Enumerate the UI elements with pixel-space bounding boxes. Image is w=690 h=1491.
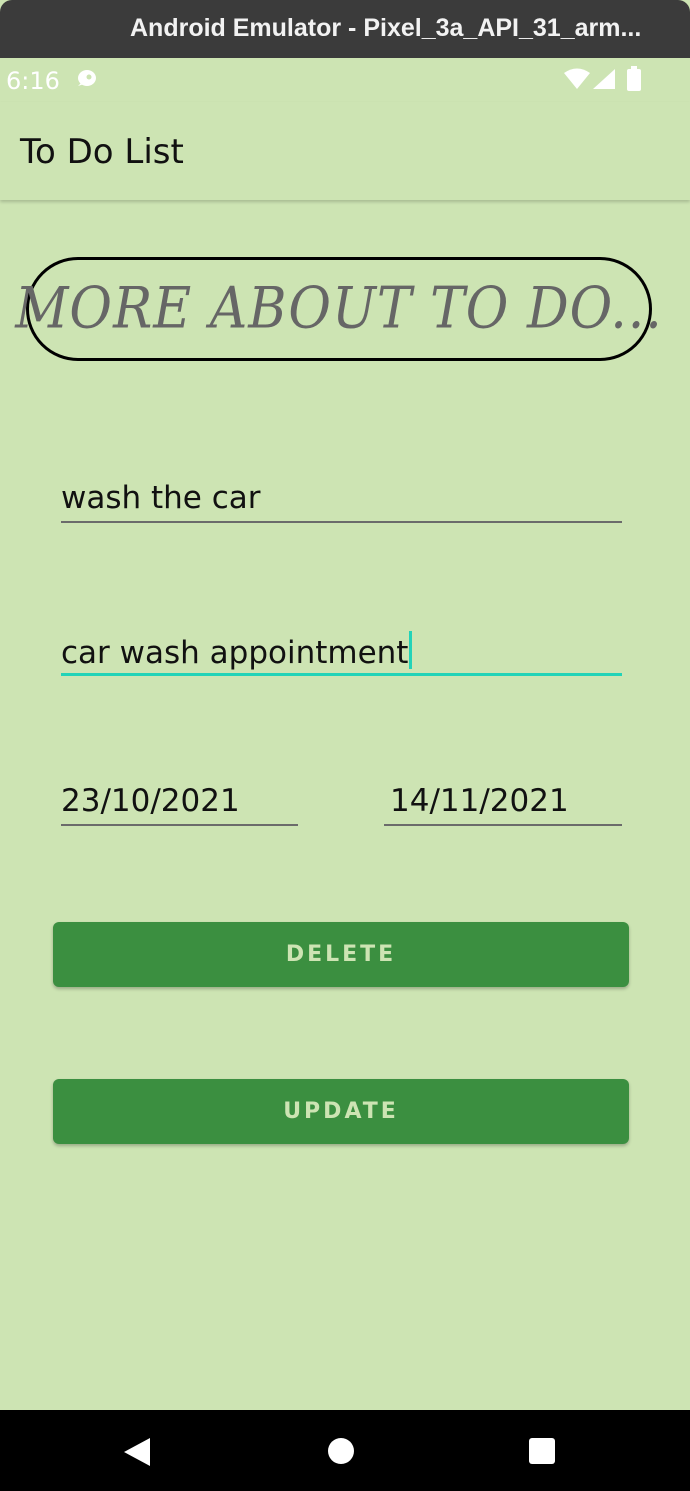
app-title: To Do List [20, 132, 184, 172]
start-date-input[interactable]: 23/10/2021 [61, 783, 298, 826]
status-bar: 6:16 [0, 58, 690, 102]
notification-icon [74, 68, 98, 95]
update-button[interactable]: UPDATE [53, 1079, 629, 1144]
delete-button-label: DELETE [285, 942, 397, 967]
description-input-value: car wash appointment [61, 635, 409, 671]
start-date-value: 23/10/2021 [61, 783, 240, 819]
battery-icon [626, 66, 642, 97]
window-title: Android Emulator - Pixel_3a_API_31_arm..… [130, 14, 642, 42]
description-input[interactable]: car wash appointment [61, 631, 622, 676]
title-input-value: wash the car [61, 480, 261, 516]
end-date-value: 14/11/2021 [390, 783, 569, 819]
update-button-label: UPDATE [283, 1099, 399, 1124]
app-bar: To Do List [0, 102, 690, 200]
signal-icon [592, 68, 616, 95]
home-icon[interactable] [327, 1437, 355, 1470]
navigation-bar [0, 1410, 690, 1491]
wifi-icon [563, 68, 591, 95]
banner-text: MORE ABOUT TO DO... [15, 276, 663, 342]
delete-button[interactable]: DELETE [53, 922, 629, 987]
end-date-input[interactable]: 14/11/2021 [384, 783, 622, 826]
recents-icon[interactable] [528, 1437, 556, 1470]
text-cursor [409, 631, 413, 669]
banner: MORE ABOUT TO DO... [15, 257, 662, 361]
title-input[interactable]: wash the car [61, 480, 622, 523]
status-time: 6:16 [6, 67, 60, 95]
back-icon[interactable] [122, 1437, 152, 1472]
window-titlebar: Android Emulator - Pixel_3a_API_31_arm..… [0, 0, 690, 58]
